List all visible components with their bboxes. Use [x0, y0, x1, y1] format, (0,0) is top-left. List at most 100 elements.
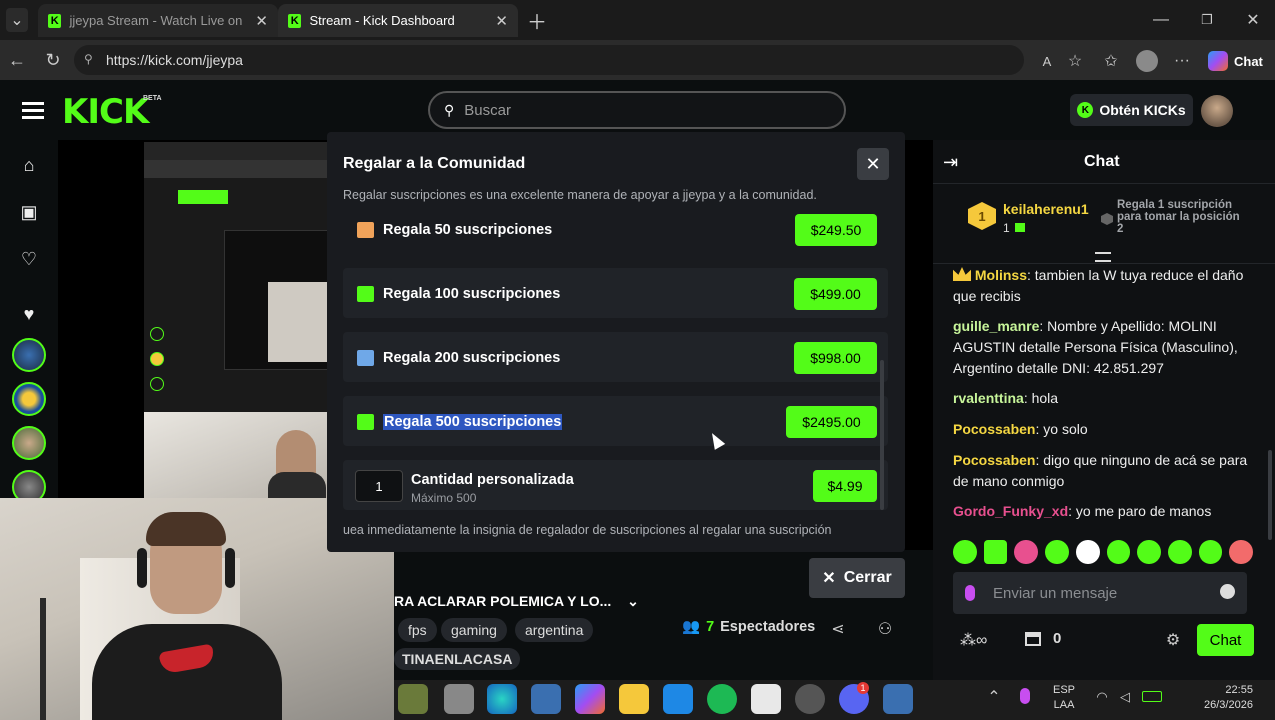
emote-icon[interactable]: [1137, 540, 1161, 564]
home-icon[interactable]: ⌂: [14, 150, 44, 180]
tab-jjeypa-stream[interactable]: K jjeypa Stream - Watch Live on Kick ✕: [38, 4, 278, 37]
emote-icon[interactable]: [1198, 540, 1223, 564]
emote-icon[interactable]: [983, 540, 1008, 564]
send-chat-button[interactable]: Chat: [1197, 624, 1254, 656]
gift-option-custom[interactable]: 1 Cantidad personalizada Máximo 500 $4.9…: [343, 460, 888, 510]
browse-icon[interactable]: ▣: [14, 197, 44, 227]
expand-handle-icon[interactable]: [1095, 252, 1111, 262]
follow-user-icon[interactable]: ⚇: [875, 618, 895, 640]
wifi-icon[interactable]: ◠: [1093, 688, 1111, 706]
reload-icon[interactable]: ↻: [42, 48, 64, 72]
emoji-picker-icon[interactable]: [1220, 584, 1235, 599]
collapse-chat-icon[interactable]: ⇥: [943, 152, 958, 173]
restore-icon[interactable]: ❐: [1196, 8, 1218, 32]
tag-argentina[interactable]: argentina: [515, 618, 594, 642]
taskbar-task-view-icon[interactable]: [444, 684, 474, 714]
tab-kick-dashboard[interactable]: K Stream - Kick Dashboard ✕: [278, 4, 518, 37]
emote-icon[interactable]: [1075, 540, 1100, 564]
gift-option-500[interactable]: Regala 500 suscripciones $2495.00: [343, 396, 888, 446]
close-tab-icon[interactable]: ✕: [255, 12, 268, 30]
taskbar-app-icon[interactable]: [531, 684, 561, 714]
chat-username[interactable]: Gordo_Funky_xd: [953, 503, 1068, 519]
volume-icon[interactable]: ◁: [1116, 688, 1134, 706]
nested-webcam: [144, 412, 330, 498]
modal-scrollbar[interactable]: [880, 360, 884, 510]
collections-icon[interactable]: ✩: [1100, 50, 1122, 72]
taskbar-edge-icon[interactable]: [487, 684, 517, 714]
emote-icon[interactable]: [953, 540, 977, 564]
taskbar-file-explorer-icon[interactable]: [619, 684, 649, 714]
read-aloud-icon[interactable]: A: [1036, 50, 1058, 72]
get-kicks-button[interactable]: K Obtén KICKs: [1070, 94, 1193, 126]
chat-username[interactable]: Pocossaben: [953, 452, 1035, 468]
copilot-chat-button[interactable]: Chat: [1208, 49, 1270, 73]
followed-channel-avatar[interactable]: [12, 426, 46, 460]
chat-settings-gear-icon[interactable]: ⚙: [1163, 630, 1183, 650]
chat-message-input[interactable]: Enviar un mensaje: [953, 572, 1247, 614]
gift-option-50[interactable]: Regala 50 suscripciones $249.50: [343, 205, 888, 255]
minimize-icon[interactable]: —: [1150, 8, 1172, 32]
clock[interactable]: 22:55 26/3/2026: [1204, 683, 1253, 713]
tray-mic-icon[interactable]: [1020, 688, 1030, 704]
language-indicator[interactable]: ESP LAA: [1053, 683, 1075, 713]
taskbar-store-icon[interactable]: [751, 684, 781, 714]
chat-username[interactable]: guille_manre: [953, 318, 1039, 334]
url-text: https://kick.com/jjeypa: [106, 52, 243, 68]
new-tab-icon[interactable]: ＋: [526, 8, 548, 34]
chat-scrollbar[interactable]: [1268, 450, 1272, 540]
channel-points-icon[interactable]: ⁂∞: [960, 630, 987, 650]
back-icon[interactable]: ←: [6, 48, 28, 72]
user-avatar[interactable]: [1201, 95, 1233, 127]
taskbar-copilot-icon[interactable]: [575, 684, 605, 714]
url-field[interactable]: ⚲ https://kick.com/jjeypa: [74, 45, 1024, 75]
stream-category[interactable]: TINAENLACASA: [394, 648, 521, 670]
stream-title[interactable]: RA ACLARAR POLEMICA Y LO... ⌄: [394, 593, 639, 610]
emote-icon[interactable]: [1106, 540, 1131, 564]
chat-username[interactable]: Pocossaben: [953, 421, 1035, 437]
gift-price-button[interactable]: $2495.00: [786, 406, 877, 438]
close-window-icon[interactable]: ✕: [1242, 8, 1264, 32]
hamburger-menu-icon[interactable]: [22, 100, 44, 120]
search-input[interactable]: ⚲ Buscar: [428, 91, 846, 129]
modal-close-button[interactable]: ✕: [857, 148, 889, 180]
gift-price-button[interactable]: $998.00: [794, 342, 877, 374]
viewers-label: Espectadores: [720, 618, 816, 635]
tab-list-chevron-icon[interactable]: ⌄: [6, 8, 28, 32]
kick-logo[interactable]: KICK: [62, 92, 149, 132]
close-tab-icon[interactable]: ✕: [495, 12, 508, 30]
tag-gaming[interactable]: gaming: [441, 618, 507, 642]
leaderboard-user[interactable]: keilaherenu1: [1003, 201, 1089, 217]
kick-favicon-icon: K: [288, 13, 302, 28]
emote-icon[interactable]: [1229, 540, 1254, 564]
cerrar-button[interactable]: ✕ Cerrar: [809, 558, 905, 598]
profile-avatar[interactable]: [1136, 50, 1158, 72]
chat-username[interactable]: Molinss: [975, 267, 1027, 283]
taskbar-app-icon[interactable]: [663, 684, 693, 714]
taskbar-obs-icon[interactable]: [795, 684, 825, 714]
emote-icon[interactable]: [1045, 540, 1069, 564]
taskbar-spotify-icon[interactable]: [707, 684, 737, 714]
tag-fps[interactable]: fps: [398, 618, 437, 642]
followed-channel-avatar[interactable]: [12, 338, 46, 372]
custom-price-button[interactable]: $4.99: [813, 470, 877, 502]
site-info-icon[interactable]: ⚲: [84, 52, 93, 66]
taskbar-app-icon[interactable]: [883, 684, 913, 714]
gift-option-100[interactable]: Regala 100 suscripciones $499.00: [343, 268, 888, 318]
taskbar-minecraft-icon[interactable]: [398, 684, 428, 714]
gift-option-200[interactable]: Regala 200 suscripciones $998.00: [343, 332, 888, 382]
store-points[interactable]: 0: [1025, 630, 1061, 647]
gift-price-button[interactable]: $499.00: [794, 278, 877, 310]
following-heart-icon[interactable]: ♡: [14, 244, 44, 274]
battery-icon[interactable]: [1142, 691, 1162, 702]
custom-quantity-input[interactable]: 1: [355, 470, 403, 502]
microphone-icon[interactable]: [965, 585, 975, 601]
chat-username[interactable]: rvalenttina: [953, 390, 1024, 406]
emote-icon[interactable]: [1167, 540, 1192, 564]
followed-channel-avatar[interactable]: [12, 382, 46, 416]
tray-chevron-up-icon[interactable]: ⌃: [985, 688, 1003, 706]
favorite-star-icon[interactable]: ☆: [1064, 50, 1086, 72]
more-options-icon[interactable]: ···: [1171, 50, 1193, 72]
gift-price-button[interactable]: $249.50: [795, 214, 877, 246]
emote-icon[interactable]: [1014, 540, 1039, 564]
share-icon[interactable]: ⋖: [828, 618, 848, 640]
